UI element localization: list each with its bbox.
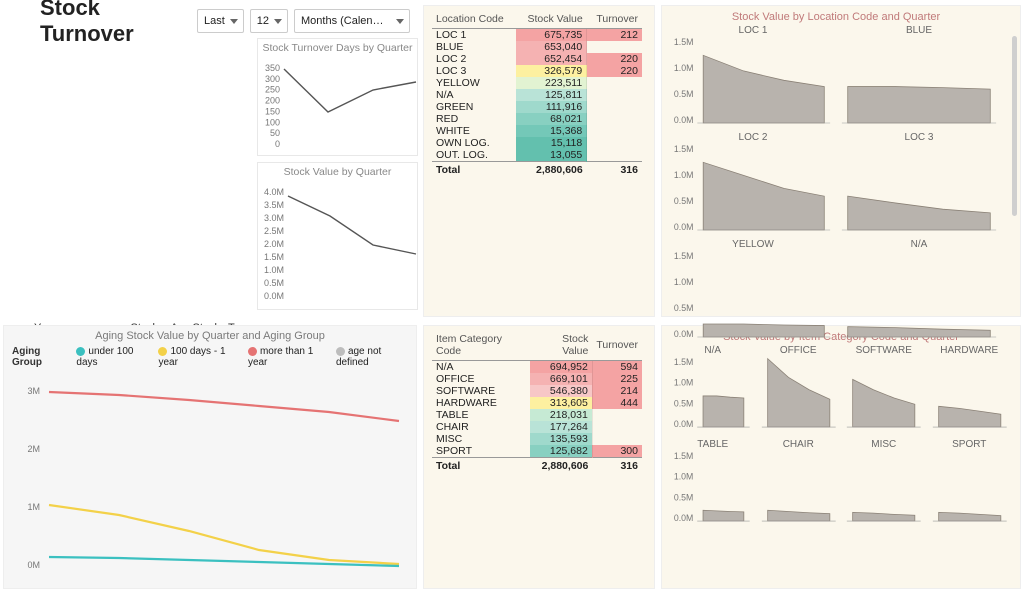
svg-text:1.0M: 1.0M [264,265,284,275]
svg-text:0.0M: 0.0M [674,513,693,523]
svg-text:3M: 3M [27,386,40,396]
svg-text:0.5M: 0.5M [674,398,693,408]
calendar-select[interactable]: Months (Calen… [294,9,410,33]
table-row: BLUE653,040 [432,41,642,53]
svg-text:1.5M: 1.5M [674,451,693,461]
svg-text:1.5M: 1.5M [674,357,693,367]
location-small-multiples[interactable]: Stock Value by Location Code and Quarter… [661,5,1021,317]
svg-text:50: 50 [270,128,280,138]
svg-text:300: 300 [265,74,280,84]
category-table-card: Item Category CodeStock ValueTurnoverN/A… [423,325,655,589]
table-row: MISC135,593 [432,433,642,445]
svg-text:3.0M: 3.0M [264,213,284,223]
svg-text:2.5M: 2.5M [264,226,284,236]
svg-text:100: 100 [265,117,280,127]
svg-text:350: 350 [265,63,280,73]
svg-text:1.0M: 1.0M [674,378,693,388]
table-row: CHAIR177,264 [432,421,642,433]
svg-text:200: 200 [265,96,280,106]
sm-panel: HARDWARE [927,345,1013,435]
period-count-select[interactable]: 12 [250,9,288,33]
sm-panel: YELLOW0.0M0.5M1.0M1.5M [670,239,836,342]
sm-panel: SPORT [927,439,1013,529]
sm-panel: LOC 3 [836,132,1002,235]
table-row: OWN LOG.15,118 [432,137,642,149]
sm-panel: LOC 20.0M0.5M1.0M1.5M [670,132,836,235]
sm-panel: N/A [836,239,1002,342]
table-row: WHITE15,368 [432,125,642,137]
stock-value-mini-chart[interactable]: Stock Value by Quarter 4.0M3.5M3.0M2.5M2… [257,162,418,310]
svg-text:3.5M: 3.5M [264,200,284,210]
table-row: N/A125,811 [432,89,642,101]
svg-text:0.5M: 0.5M [264,278,284,288]
svg-text:250: 250 [265,85,280,95]
table-row: TABLE218,031 [432,409,642,421]
category-small-multiples[interactable]: Stock Value by Item Category Code and Qu… [661,325,1021,589]
svg-text:0.5M: 0.5M [674,492,693,502]
table-row: SOFTWARE546,380214 [432,385,642,397]
svg-text:1.5M: 1.5M [674,251,694,261]
period-type-select[interactable]: Last [197,9,244,33]
sm-panel: OFFICE [756,345,842,435]
sm-panel: TABLE0.0M0.5M1.0M1.5M [670,439,756,529]
svg-text:1.5M: 1.5M [674,144,694,154]
svg-text:0: 0 [275,139,280,149]
sm-panel: SOFTWARE [841,345,927,435]
svg-text:1.0M: 1.0M [674,472,693,482]
table-row: OUT. LOG.13,055 [432,149,642,162]
svg-text:1.5M: 1.5M [264,252,284,262]
table-row: LOC 1675,735212 [432,29,642,42]
aging-legend: Aging Group under 100 days 100 days - 1 … [4,342,416,372]
table-row: GREEN111,916 [432,101,642,113]
location-table-card: Location CodeStock ValueTurnoverLOC 1675… [423,5,655,317]
table-row: N/A694,952594 [432,361,642,374]
location-table[interactable]: Location CodeStock ValueTurnoverLOC 1675… [432,10,642,176]
scrollbar-thumb[interactable] [1012,36,1017,216]
svg-text:0.5M: 0.5M [674,303,694,313]
sm-panel: N/A0.0M0.5M1.0M1.5M [670,345,756,435]
table-row: OFFICE669,101225 [432,373,642,385]
svg-text:1M: 1M [27,502,40,512]
table-row: SPORT125,682300 [432,445,642,458]
table-row: RED68,021 [432,113,642,125]
svg-text:2M: 2M [27,444,40,454]
svg-text:150: 150 [265,106,280,116]
svg-text:0.5M: 0.5M [674,196,694,206]
svg-text:0.0M: 0.0M [674,115,694,125]
sm-panel: MISC [841,439,927,529]
svg-text:0M: 0M [27,560,40,570]
svg-text:1.0M: 1.0M [674,277,694,287]
svg-text:4.0M: 4.0M [264,187,284,197]
svg-text:0.0M: 0.0M [674,419,693,429]
svg-text:0.0M: 0.0M [674,222,694,232]
table-row: HARDWARE313,605444 [432,397,642,409]
svg-text:1.0M: 1.0M [674,63,694,73]
turnover-days-mini-chart[interactable]: Stock Turnover Days by Quarter 350300250… [257,38,418,156]
svg-text:0.5M: 0.5M [674,89,694,99]
svg-text:1.0M: 1.0M [674,170,694,180]
sm-panel: LOC 10.0M0.5M1.0M1.5M [670,25,836,128]
table-row: YELLOW223,511 [432,77,642,89]
svg-text:0.0M: 0.0M [674,329,694,339]
header: Stock Turnover Last 12 Months (Calen… [0,0,420,38]
table-row: LOC 3326,579220 [432,65,642,77]
svg-text:0.0M: 0.0M [264,291,284,301]
category-table[interactable]: Item Category CodeStock ValueTurnoverN/A… [432,330,642,472]
table-row: LOC 2652,454220 [432,53,642,65]
svg-text:1.5M: 1.5M [674,37,694,47]
sm-panel: CHAIR [756,439,842,529]
sm-panel: BLUE [836,25,1002,128]
aging-chart[interactable]: Aging Stock Value by Quarter and Aging G… [3,325,417,589]
svg-text:2.0M: 2.0M [264,239,284,249]
